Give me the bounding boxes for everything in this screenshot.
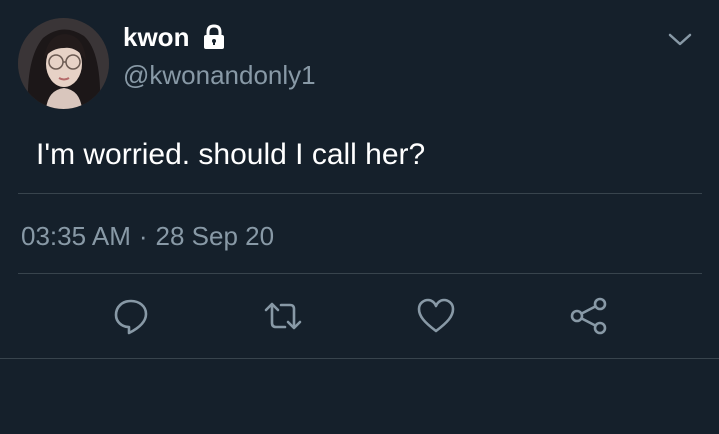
display-name-row: kwon	[123, 20, 227, 54]
divider	[18, 193, 702, 194]
reply-button[interactable]	[111, 298, 151, 338]
tweet-timestamp[interactable]: 03:35 AM · 28 Sep 20	[21, 219, 274, 253]
timeline-background	[0, 359, 719, 434]
retweet-icon	[263, 296, 303, 341]
like-button[interactable]	[416, 298, 456, 338]
tweet-date: 28 Sep 20	[155, 221, 275, 251]
avatar[interactable]	[18, 18, 109, 109]
tweet-card: kwon @kwonandonly1 I'm worried. should I…	[0, 0, 719, 358]
heart-icon	[416, 296, 456, 341]
reply-icon	[111, 296, 151, 341]
lock-icon	[201, 24, 227, 50]
tweet-text: I'm worried. should I call her?	[36, 138, 426, 171]
retweet-button[interactable]	[263, 298, 303, 338]
tweet-actions	[0, 290, 719, 346]
divider	[18, 273, 702, 274]
tweet-time: 03:35 AM	[21, 221, 131, 251]
display-name[interactable]: kwon	[123, 20, 189, 54]
user-handle[interactable]: @kwonandonly1	[123, 58, 316, 92]
timestamp-separator: ·	[138, 221, 148, 251]
chevron-down-icon[interactable]	[666, 27, 694, 51]
share-icon	[569, 296, 609, 341]
share-button[interactable]	[569, 296, 609, 341]
